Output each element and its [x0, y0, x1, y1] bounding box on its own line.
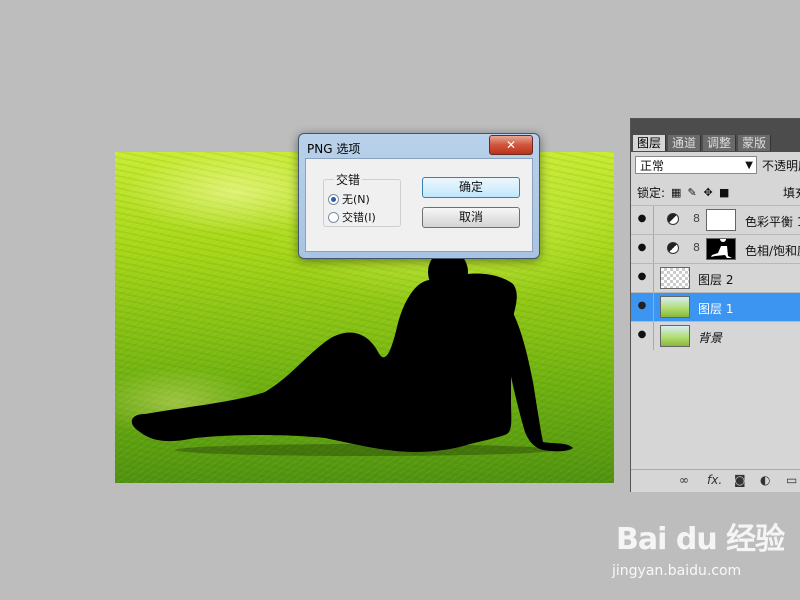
- folder-icon[interactable]: ▭: [786, 473, 797, 487]
- adjustment-layer-icon: [667, 213, 679, 225]
- layer-mask-thumbnail[interactable]: [706, 238, 736, 260]
- eye-icon[interactable]: ●: [635, 329, 649, 341]
- lock-all-icon[interactable]: ■: [719, 186, 729, 199]
- panel-footer: ∞ fx. ◙ ◐ ▭: [631, 469, 800, 492]
- layer-name: 图层 2: [698, 273, 734, 287]
- mask-icon[interactable]: ◙: [734, 473, 746, 487]
- radio-none[interactable]: 无(N): [328, 191, 370, 207]
- cancel-button[interactable]: 取消: [422, 207, 520, 228]
- panel-tabs: 图层 通道 调整 蒙版: [631, 119, 800, 152]
- adjustment-layer-icon: [667, 242, 679, 254]
- eye-icon[interactable]: ●: [635, 271, 649, 283]
- tab-adjustments[interactable]: 调整: [703, 135, 737, 151]
- opacity-label: 不透明度: [762, 159, 800, 173]
- layer-row-layer-1[interactable]: ● 图层 1: [631, 292, 800, 321]
- divider: [653, 235, 654, 263]
- link-chain-icon[interactable]: 8: [693, 212, 700, 225]
- fx-icon[interactable]: fx.: [707, 473, 722, 487]
- dialog-title: PNG 选项: [307, 142, 361, 156]
- layer-row-background[interactable]: ● 背景: [631, 321, 800, 350]
- radio-interlaced-label: 交错(I): [342, 211, 376, 224]
- tab-layers[interactable]: 图层: [633, 135, 667, 151]
- eye-icon[interactable]: ●: [635, 242, 649, 254]
- divider: [653, 206, 654, 234]
- layer-name: 背景: [698, 331, 723, 345]
- layer-name: 色相/饱和度 1: [745, 244, 800, 258]
- tab-masks[interactable]: 蒙版: [738, 135, 772, 151]
- layer-row-layer-2[interactable]: ● 图层 2: [631, 263, 800, 292]
- layer-thumbnail[interactable]: [660, 296, 690, 318]
- divider: [653, 264, 654, 292]
- radio-unselected-icon[interactable]: [328, 211, 339, 223]
- watermark-url: jingyan.baidu.com: [612, 563, 742, 579]
- interlace-group-label: 交错: [334, 171, 363, 188]
- tab-channels[interactable]: 通道: [668, 135, 702, 151]
- eye-icon[interactable]: ●: [635, 213, 649, 225]
- interlace-group: 交错 无(N) 交错(I): [323, 171, 401, 227]
- layer-thumbnail[interactable]: [660, 267, 690, 289]
- blend-mode-select[interactable]: 正常 ▼: [635, 156, 757, 174]
- link-chain-icon[interactable]: 8: [693, 241, 700, 254]
- eye-icon[interactable]: ●: [635, 300, 649, 312]
- layer-row-color-balance[interactable]: ● 8 色彩平衡 1: [631, 205, 800, 234]
- lock-label: 锁定:: [637, 186, 666, 200]
- layer-row-hue-saturation[interactable]: ● 8 色相/饱和度 1: [631, 234, 800, 263]
- layer-mask-thumbnail[interactable]: [706, 209, 736, 231]
- blend-mode-value: 正常: [640, 159, 665, 173]
- ok-button[interactable]: 确定: [422, 177, 520, 198]
- lock-paint-icon[interactable]: ✎: [687, 186, 697, 199]
- layers-panel: 图层 通道 调整 蒙版 正常 ▼ 不透明度 锁定: ▦ ✎ ✥ ■ 填充 ● 8…: [630, 118, 800, 492]
- silhouette-mask-icon: [711, 239, 732, 258]
- lock-transparent-icon[interactable]: ▦: [671, 186, 681, 199]
- radio-none-label: 无(N): [342, 193, 370, 206]
- png-options-dialog: PNG 选项 ✕ 交错 无(N) 交错(I) 确定 取消: [298, 133, 540, 259]
- dialog-body: 交错 无(N) 交错(I) 确定 取消: [305, 158, 533, 252]
- fill-label: 填充: [783, 186, 800, 200]
- radio-selected-icon[interactable]: [328, 193, 339, 205]
- link-icon[interactable]: ∞: [679, 473, 689, 487]
- layer-thumbnail[interactable]: [660, 325, 690, 347]
- adjustment-icon[interactable]: ◐: [760, 473, 770, 487]
- layer-name: 色彩平衡 1: [745, 215, 800, 229]
- lock-row: 锁定: ▦ ✎ ✥ ■: [637, 184, 729, 201]
- close-icon[interactable]: ✕: [489, 135, 533, 155]
- chevron-down-icon: ▼: [745, 160, 753, 171]
- lock-move-icon[interactable]: ✥: [703, 186, 713, 199]
- radio-interlaced[interactable]: 交错(I): [328, 209, 376, 225]
- baidu-jingyan-logo: Bai du 经验: [616, 522, 785, 557]
- layer-name: 图层 1: [698, 302, 734, 316]
- divider: [653, 293, 654, 321]
- divider: [653, 322, 654, 350]
